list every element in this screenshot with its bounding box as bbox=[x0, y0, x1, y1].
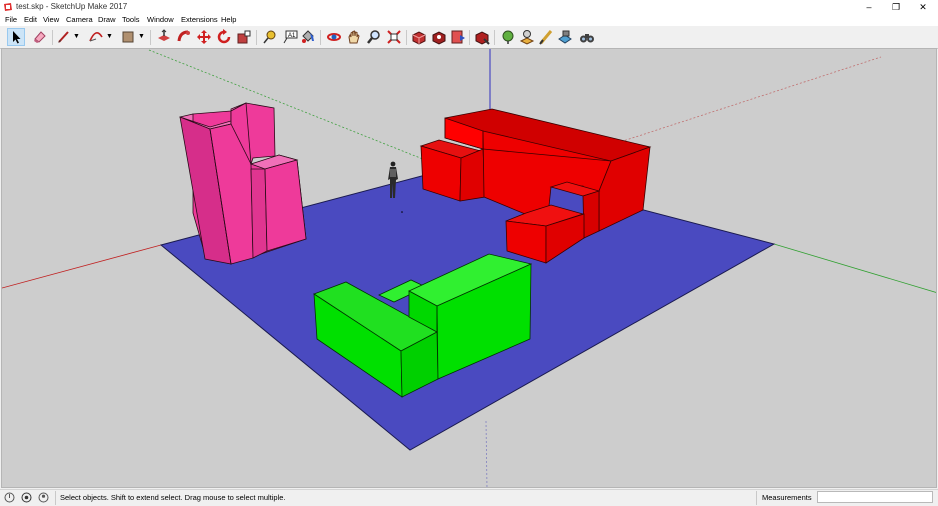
layout-icon[interactable] bbox=[450, 29, 466, 45]
extension-warehouse-icon[interactable] bbox=[431, 29, 447, 45]
viewport-canvas[interactable] bbox=[2, 49, 937, 488]
push-pull-icon[interactable] bbox=[156, 29, 172, 45]
follow-me-icon[interactable] bbox=[176, 29, 192, 45]
status-bar: Select objects. Shift to extend select. … bbox=[0, 489, 938, 506]
3d-warehouse-icon[interactable] bbox=[411, 29, 427, 45]
menu-file[interactable]: File bbox=[5, 15, 17, 24]
shape-icon[interactable] bbox=[120, 29, 136, 45]
zoom-icon[interactable] bbox=[366, 29, 382, 45]
text-icon[interactable]: A1 bbox=[282, 29, 298, 45]
green-axis-positive bbox=[773, 243, 936, 293]
menu-bar: File Edit View Camera Draw Tools Window … bbox=[0, 14, 938, 26]
menu-edit[interactable]: Edit bbox=[24, 15, 37, 24]
red-axis-negative bbox=[2, 244, 162, 289]
sketchup-logo-icon bbox=[4, 3, 12, 11]
scale-icon[interactable] bbox=[236, 29, 252, 45]
binoculars-icon[interactable] bbox=[579, 29, 595, 45]
tape-measure-icon[interactable] bbox=[262, 29, 278, 45]
svg-text:A1: A1 bbox=[288, 33, 296, 39]
menu-help[interactable]: Help bbox=[221, 15, 236, 24]
model-viewport[interactable] bbox=[1, 48, 937, 488]
move-icon[interactable] bbox=[196, 29, 212, 45]
arc-dropdown-icon[interactable]: ▼ bbox=[106, 33, 113, 40]
sandbox-icon[interactable] bbox=[538, 29, 554, 45]
window-title: test.skp - SketchUp Make 2017 bbox=[16, 2, 128, 11]
close-button[interactable]: ✕ bbox=[909, 0, 937, 14]
orbit-icon[interactable] bbox=[326, 29, 342, 45]
blue-axis-dashed bbox=[485, 420, 488, 487]
origin-marker bbox=[401, 211, 403, 213]
menu-view[interactable]: View bbox=[43, 15, 59, 24]
measurements-input[interactable] bbox=[817, 491, 933, 503]
measurements-label: Measurements bbox=[762, 493, 812, 502]
status-message: Select objects. Shift to extend select. … bbox=[60, 493, 286, 502]
maximize-button[interactable]: ❐ bbox=[882, 0, 910, 14]
select-icon[interactable] bbox=[7, 28, 25, 46]
main-toolbar: ▼ ▼ ▼ A1 bbox=[0, 27, 938, 49]
menu-camera[interactable]: Camera bbox=[66, 15, 93, 24]
rotate-icon[interactable] bbox=[216, 29, 232, 45]
user-icon[interactable] bbox=[38, 492, 49, 503]
add-location-icon[interactable] bbox=[519, 29, 535, 45]
extension-manager-icon[interactable] bbox=[474, 29, 490, 45]
paint-bucket-icon[interactable] bbox=[300, 29, 316, 45]
menu-draw[interactable]: Draw bbox=[98, 15, 116, 24]
menu-extensions[interactable]: Extensions bbox=[181, 15, 218, 24]
pan-icon[interactable] bbox=[346, 29, 362, 45]
title-bar: test.skp - SketchUp Make 2017 – ❐ ✕ bbox=[0, 0, 938, 14]
credits-icon[interactable] bbox=[21, 492, 32, 503]
menu-tools[interactable]: Tools bbox=[122, 15, 140, 24]
line-dropdown-icon[interactable]: ▼ bbox=[73, 33, 80, 40]
geo-location-icon[interactable] bbox=[500, 29, 516, 45]
photo-match-icon[interactable] bbox=[557, 29, 573, 45]
arc-icon[interactable] bbox=[88, 29, 104, 45]
geo-location-status-icon[interactable] bbox=[4, 492, 15, 503]
menu-window[interactable]: Window bbox=[147, 15, 174, 24]
shape-dropdown-icon[interactable]: ▼ bbox=[138, 33, 145, 40]
minimize-button[interactable]: – bbox=[855, 0, 883, 14]
line-icon[interactable] bbox=[56, 29, 72, 45]
eraser-icon[interactable] bbox=[32, 29, 48, 45]
zoom-extents-icon[interactable] bbox=[386, 29, 402, 45]
